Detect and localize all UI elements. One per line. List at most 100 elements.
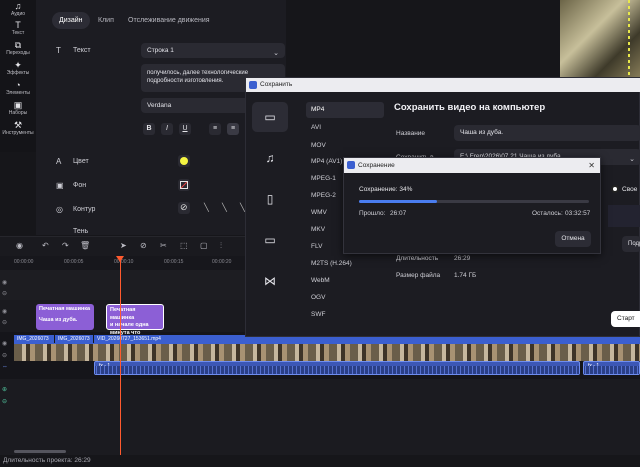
crop-guide xyxy=(628,0,630,80)
scissors-icon[interactable]: ✂ xyxy=(160,241,167,250)
align-left-icon[interactable]: ≡ xyxy=(209,123,221,135)
text-clip-selected[interactable]: Печатная машинка и начале одна минута чт… xyxy=(106,304,164,343)
cancel-button[interactable]: Отмена xyxy=(555,231,591,247)
audio-waveform xyxy=(584,366,639,374)
transitions-icon: ⧉ xyxy=(14,40,22,50)
pointer-icon[interactable]: ➤ xyxy=(120,241,127,250)
playhead-handle[interactable] xyxy=(116,256,124,262)
lock-icon[interactable]: ⊖ xyxy=(2,352,7,359)
filesize-value: 1.74 ГБ xyxy=(454,272,477,279)
playhead-line[interactable] xyxy=(120,256,121,455)
sets-tool[interactable]: ▣ Наборы xyxy=(0,101,36,117)
eye-icon[interactable]: ◉ xyxy=(2,308,7,315)
format-webm[interactable]: WebM xyxy=(306,273,384,289)
audio-export-tab[interactable]: ♫ xyxy=(252,143,288,173)
no-outline-icon: ⊘ xyxy=(180,202,188,212)
progress-titlebar: Сохранение ✕ xyxy=(344,158,600,173)
underline-button[interactable]: U xyxy=(179,123,191,135)
tab-clip[interactable]: Клип xyxy=(91,12,121,29)
trash-icon[interactable]: 🗑 xyxy=(80,241,90,250)
app-logo-icon xyxy=(249,81,257,89)
tab-motion-tracking[interactable]: Отслеживание движения xyxy=(121,12,217,29)
snapshot-icon[interactable]: ▢ xyxy=(200,241,208,250)
dialog-title: Сохранить xyxy=(260,81,293,88)
filesize-label: Размер файла xyxy=(396,272,441,279)
shadow-label: Тень xyxy=(73,228,89,235)
outline-icon: ◎ xyxy=(56,205,63,214)
crop-icon[interactable]: ⬚ xyxy=(180,241,188,250)
mobile-export-tab[interactable]: ▯ xyxy=(252,184,288,214)
video-preview xyxy=(560,0,640,80)
color-label: Цвет xyxy=(73,158,89,165)
tv-icon: ▭ xyxy=(264,233,276,247)
tools-icon: ⚒ xyxy=(13,120,23,130)
audio-tool[interactable]: ♫ Аудио xyxy=(0,1,36,18)
blade-icon[interactable]: ⊘ xyxy=(140,241,147,250)
audio-clip[interactable]: fx - 1 xyxy=(583,361,640,375)
start-button[interactable]: Старт xyxy=(611,311,640,327)
custom-radio[interactable] xyxy=(611,185,619,193)
computer-export-tab[interactable]: ▭ xyxy=(252,102,288,132)
text-tool[interactable]: T Текст xyxy=(0,20,36,37)
outline-style-2[interactable]: ╲ xyxy=(222,203,227,212)
progress-fill xyxy=(359,200,438,203)
lock-icon[interactable]: ⊖ xyxy=(2,319,7,326)
format-avi[interactable]: AVI xyxy=(306,120,384,136)
eye-icon[interactable]: ◉ xyxy=(2,340,7,347)
outline-label: Контур xyxy=(73,206,96,213)
effects-icon: ✦ xyxy=(14,60,22,70)
format-swf[interactable]: SWF xyxy=(306,307,384,323)
effects-tool[interactable]: ✦ Эффекты xyxy=(0,60,36,77)
remaining-value: 03:32:57 xyxy=(565,210,591,217)
bold-button[interactable]: B xyxy=(143,123,155,135)
link-icon[interactable]: ⇔ xyxy=(2,364,8,370)
elements-tool[interactable]: ◔ Элементы xyxy=(0,80,36,97)
chevron-down-icon: ⌄ xyxy=(629,156,635,163)
format-mov[interactable]: MOV xyxy=(306,138,384,154)
transitions-tool[interactable]: ⧉ Переходы xyxy=(0,40,36,57)
record-icon[interactable]: ◉ xyxy=(16,241,23,250)
audio-clip[interactable]: fx - 1 xyxy=(94,361,580,375)
format-m2ts[interactable]: M2TS (H.264) xyxy=(306,256,384,272)
eye-icon[interactable]: ◉ xyxy=(2,279,7,286)
outline-none-swatch[interactable]: ⊘ xyxy=(178,202,190,214)
text-icon: T xyxy=(15,20,21,30)
audio-meter-icon[interactable]: ⫶ xyxy=(220,241,222,251)
timeline-scrollbar[interactable] xyxy=(14,450,66,453)
more-button[interactable]: Подр xyxy=(622,236,640,252)
italic-button[interactable]: I xyxy=(161,123,173,135)
background-swatch[interactable] xyxy=(178,179,190,191)
video-clip-label[interactable]: IMG_2026073 xyxy=(55,335,93,343)
tools-tool[interactable]: ⚒ Инструменты xyxy=(0,120,36,137)
format-ogv[interactable]: OGV xyxy=(306,290,384,306)
progress-track xyxy=(359,200,589,203)
share-export-tab[interactable]: ⋈ xyxy=(252,266,288,296)
video-filmstrip[interactable] xyxy=(14,343,640,361)
ruler-tick: 00:00:15 xyxy=(164,259,184,265)
close-icon[interactable]: ✕ xyxy=(588,158,595,173)
ruler-tick: 00:00:05 xyxy=(64,259,84,265)
no-fill-icon xyxy=(180,181,188,189)
name-input[interactable]: Чаша из дуба. xyxy=(454,125,640,141)
audio-mute-icon[interactable]: ⊖ xyxy=(2,398,7,405)
text-label: Текст xyxy=(73,47,91,54)
video-clip-label[interactable]: IMG_2026073 xyxy=(14,335,54,343)
elements-icon: ◔ xyxy=(15,80,21,90)
tab-design[interactable]: Дизайн xyxy=(52,12,90,29)
audio-waveform xyxy=(95,366,579,374)
outline-style-1[interactable]: ╲ xyxy=(204,203,209,212)
music-note-icon: ♫ xyxy=(14,1,22,11)
lock-icon[interactable]: ⊖ xyxy=(2,290,7,297)
text-line-select[interactable]: Строка 1 ⌄ xyxy=(141,43,285,58)
video-clip-label[interactable]: VID_20260727_153651.mp4 xyxy=(94,335,245,343)
undo-icon[interactable]: ↶ xyxy=(42,241,49,250)
dialog-titlebar: Сохранить xyxy=(246,78,640,92)
align-center-icon[interactable]: ≡ xyxy=(227,123,239,135)
quality-selection-highlight[interactable] xyxy=(608,205,640,227)
color-swatch[interactable] xyxy=(178,155,190,167)
format-mp4[interactable]: MP4 xyxy=(306,102,384,118)
text-clip[interactable]: Печатная машинка Чаша из дуба. xyxy=(36,304,94,330)
tv-export-tab[interactable]: ▭ xyxy=(252,225,288,255)
redo-icon[interactable]: ↷ xyxy=(62,241,69,250)
audio-link-icon[interactable]: ⊕ xyxy=(2,386,7,393)
